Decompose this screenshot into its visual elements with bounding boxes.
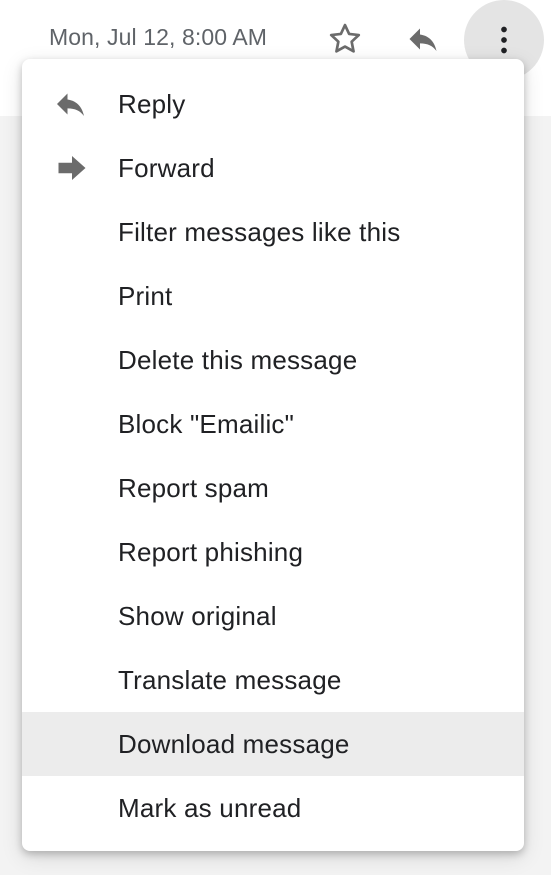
menu-item-filter-messages[interactable]: Filter messages like this bbox=[22, 200, 524, 264]
menu-item-show-original[interactable]: Show original bbox=[22, 584, 524, 648]
menu-item-label: Report spam bbox=[118, 472, 270, 503]
menu-item-label: Delete this message bbox=[118, 344, 358, 375]
menu-item-translate[interactable]: Translate message bbox=[22, 648, 524, 712]
menu-item-label: Mark as unread bbox=[118, 792, 302, 823]
menu-item-label: Block "Emailic" bbox=[118, 408, 295, 439]
reply-icon bbox=[409, 28, 437, 51]
menu-item-label: Forward bbox=[118, 152, 215, 183]
forward-icon bbox=[54, 153, 90, 183]
menu-item-forward[interactable]: Forward bbox=[22, 136, 524, 200]
menu-item-print[interactable]: Print bbox=[22, 264, 524, 328]
menu-item-label: Download message bbox=[118, 728, 350, 759]
star-outline-icon bbox=[329, 23, 361, 53]
menu-item-block-sender[interactable]: Block "Emailic" bbox=[22, 392, 524, 456]
reply-button[interactable] bbox=[398, 14, 448, 64]
menu-item-label: Filter messages like this bbox=[118, 216, 401, 247]
message-date: Mon, Jul 12, 8:00 AM bbox=[49, 24, 268, 50]
menu-item-label: Report phishing bbox=[118, 536, 304, 567]
star-button[interactable] bbox=[320, 14, 370, 64]
menu-item-label: Translate message bbox=[118, 664, 342, 695]
menu-item-mark-unread[interactable]: Mark as unread bbox=[22, 776, 524, 840]
menu-item-report-phishing[interactable]: Report phishing bbox=[22, 520, 524, 584]
more-vertical-icon bbox=[501, 26, 507, 54]
message-options-menu: Reply Forward Filter messages like this … bbox=[22, 59, 524, 851]
menu-item-label: Print bbox=[118, 280, 173, 311]
menu-item-reply[interactable]: Reply bbox=[22, 72, 524, 136]
menu-item-download[interactable]: Download message bbox=[22, 712, 524, 776]
reply-icon bbox=[54, 89, 90, 119]
menu-item-label: Show original bbox=[118, 600, 277, 631]
menu-item-report-spam[interactable]: Report spam bbox=[22, 456, 524, 520]
menu-item-label: Reply bbox=[118, 88, 186, 119]
menu-item-delete[interactable]: Delete this message bbox=[22, 328, 524, 392]
